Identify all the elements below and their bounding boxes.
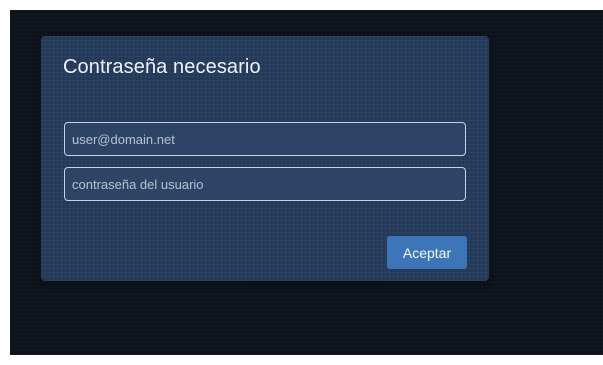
accept-button[interactable]: Aceptar bbox=[387, 236, 467, 269]
dialog-title: Contraseña necesario bbox=[63, 56, 261, 78]
password-field[interactable] bbox=[64, 167, 466, 201]
password-dialog: Contraseña necesario Aceptar bbox=[41, 36, 489, 281]
screen-background: Contraseña necesario Aceptar bbox=[10, 10, 603, 355]
email-field[interactable] bbox=[64, 122, 466, 156]
